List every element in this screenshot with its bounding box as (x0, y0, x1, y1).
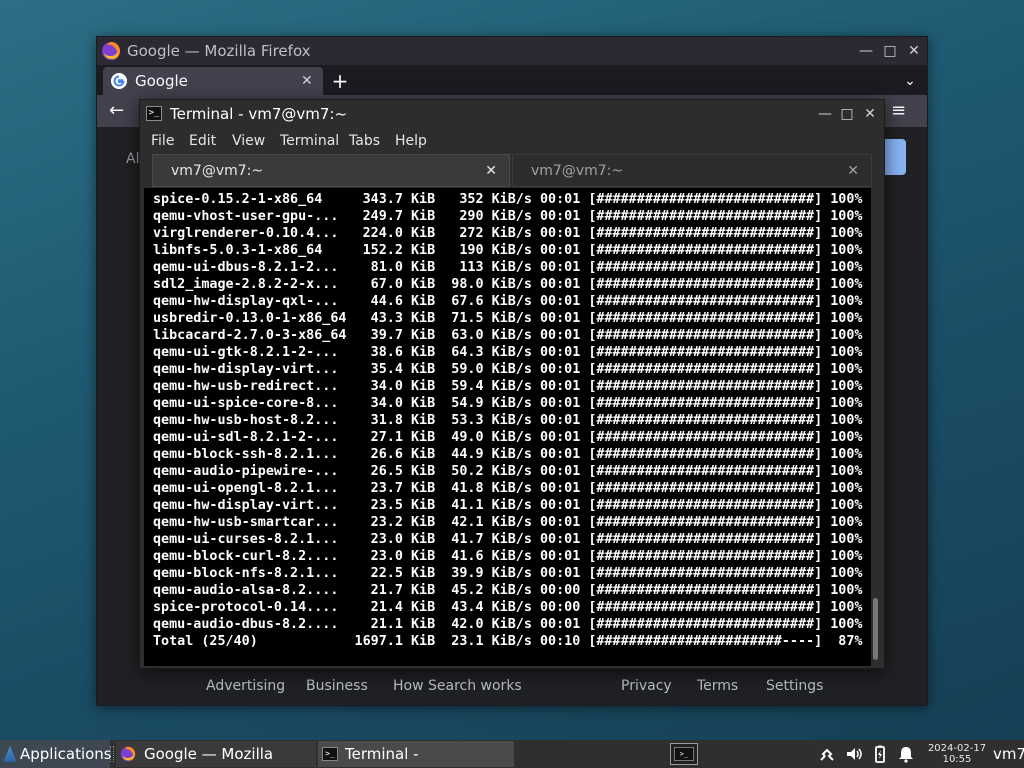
footer-link-advertising[interactable]: Advertising (206, 678, 285, 694)
terminal-line: qemu-ui-sdl-8.2.1-2-... 27.1 KiB 49.0 Ki… (153, 430, 863, 445)
applications-menu-button[interactable]: Applications (0, 740, 112, 768)
terminal-line: qemu-hw-display-virt... 23.5 KiB 41.1 Ki… (153, 498, 863, 513)
terminal-scrollbar[interactable] (872, 188, 880, 666)
terminal-scrollbar-thumb[interactable] (873, 598, 878, 660)
terminal-line: spice-0.15.2-1-x86_64 343.7 KiB 352 KiB/… (153, 192, 863, 207)
terminal-window-title: Terminal - vm7@vm7:~ (170, 105, 348, 123)
terminal-line: qemu-ui-gtk-8.2.1-2-... 38.6 KiB 64.3 Ki… (153, 345, 863, 360)
firefox-close-button[interactable]: ✕ (903, 37, 925, 65)
terminal-line: qemu-audio-dbus-8.2.... 21.1 KiB 42.0 Ki… (153, 617, 863, 632)
taskbar: Applications Google — Mozilla Firef... >… (0, 740, 1024, 768)
terminal-line: qemu-ui-opengl-8.2.1... 23.7 KiB 41.8 Ki… (153, 481, 863, 496)
terminal-tab-label: vm7@vm7:~ (171, 163, 264, 179)
terminal-tab-close-icon[interactable]: ✕ (485, 155, 497, 188)
user-menu[interactable]: vm7 (993, 740, 1024, 768)
firefox-window-title: Google — Mozilla Firefox (127, 42, 311, 60)
terminal-titlebar[interactable]: >_ Terminal - vm7@vm7:~ — □ ✕ (140, 100, 884, 128)
terminal-text: spice-0.15.2-1-x86_64 343.7 KiB 352 KiB/… (153, 191, 869, 650)
terminal-line: usbredir-0.13.0-1-x86_64 43.3 KiB 71.5 K… (153, 311, 863, 326)
terminal-line: qemu-hw-usb-smartcar... 23.2 KiB 42.1 Ki… (153, 515, 863, 530)
terminal-line: qemu-hw-display-qxl-... 44.6 KiB 67.6 Ki… (153, 294, 863, 309)
menu-file[interactable]: File (151, 128, 174, 154)
network-icon[interactable] (817, 744, 837, 764)
terminal-tab-label: vm7@vm7:~ (531, 163, 624, 179)
terminal-line: qemu-audio-alsa-8.2.... 21.7 KiB 45.2 Ki… (153, 583, 863, 598)
taskbar-separator (110, 746, 114, 762)
footer-link-privacy[interactable]: Privacy (621, 678, 672, 694)
terminal-line: qemu-ui-spice-core-8... 34.0 KiB 54.9 Ki… (153, 396, 863, 411)
back-arrow-icon[interactable]: ← (109, 95, 135, 127)
taskbar-window-firefox[interactable]: Google — Mozilla Firef... (116, 741, 316, 767)
terminal-line: sdl2_image-2.8.2-2-x... 67.0 KiB 98.0 Ki… (153, 277, 863, 292)
volume-icon[interactable] (844, 744, 864, 764)
terminal-tab-active[interactable]: vm7@vm7:~ ✕ (152, 154, 510, 187)
terminal-line: qemu-hw-usb-host-8.2... 31.8 KiB 53.3 Ki… (153, 413, 863, 428)
terminal-line: virglrenderer-0.10.4... 224.0 KiB 272 Ki… (153, 226, 863, 241)
terminal-line: qemu-hw-display-virt... 35.4 KiB 59.0 Ki… (153, 362, 863, 377)
menu-view[interactable]: View (232, 128, 265, 154)
firefox-minimize-button[interactable]: — (855, 37, 877, 65)
terminal-line: qemu-hw-usb-redirect... 34.0 KiB 59.4 Ki… (153, 379, 863, 394)
battery-icon[interactable] (870, 744, 890, 764)
firefox-logo-icon (102, 42, 120, 60)
terminal-minimize-button[interactable]: — (814, 100, 836, 128)
firefox-tab-google[interactable]: Google ✕ (103, 67, 323, 95)
taskbar-window-label: Terminal - vm7@vm7:~ (345, 745, 419, 763)
firefox-logo-icon (120, 746, 136, 762)
footer-link-settings[interactable]: Settings (766, 678, 823, 694)
terminal-maximize-button[interactable]: □ (836, 100, 858, 128)
menu-terminal[interactable]: Terminal (280, 128, 339, 154)
firefox-tab-label: Google (135, 72, 188, 90)
terminal-app-icon: >_ (322, 747, 338, 761)
tab-list-chevron-icon[interactable]: ⌄ (899, 67, 921, 95)
footer-link-how-search-works[interactable]: How Search works (393, 678, 522, 694)
google-favicon-icon (111, 73, 127, 89)
new-tab-button[interactable]: + (329, 67, 351, 95)
terminal-line: qemu-block-ssh-8.2.1... 26.6 KiB 44.9 Ki… (153, 447, 863, 462)
hamburger-menu-icon[interactable]: ≡ (891, 95, 917, 127)
workspace-switcher[interactable]: >_ (670, 743, 698, 765)
applications-icon (3, 746, 17, 762)
firefox-tab-close-icon[interactable]: ✕ (301, 67, 313, 95)
terminal-line: qemu-audio-pipewire-... 26.5 KiB 50.2 Ki… (153, 464, 863, 479)
footer-link-business[interactable]: Business (306, 678, 368, 694)
firefox-titlebar[interactable]: Google — Mozilla Firefox — □ ✕ (97, 37, 927, 65)
terminal-tab-inactive[interactable]: vm7@vm7:~ ✕ (512, 154, 872, 187)
terminal-line: qemu-block-curl-8.2.... 23.0 KiB 41.6 Ki… (153, 549, 863, 564)
terminal-close-button[interactable]: ✕ (859, 100, 881, 128)
terminal-tabbar: vm7@vm7:~ ✕ vm7@vm7:~ ✕ (140, 154, 884, 187)
clock-date: 2024-02-17 (927, 743, 987, 754)
terminal-line: qemu-ui-curses-8.2.1... 23.0 KiB 41.7 Ki… (153, 532, 863, 547)
notification-bell-icon[interactable] (896, 744, 916, 764)
terminal-line: libcacard-2.7.0-3-x86_64 39.7 KiB 63.0 K… (153, 328, 863, 343)
terminal-line: qemu-ui-dbus-8.2.1-2... 81.0 KiB 113 KiB… (153, 260, 863, 275)
firefox-maximize-button[interactable]: □ (879, 37, 901, 65)
terminal-tab-close-icon[interactable]: ✕ (847, 155, 859, 188)
menu-tabs[interactable]: Tabs (349, 128, 380, 154)
clock[interactable]: 2024-02-17 10:55 (926, 743, 988, 765)
terminal-window[interactable]: >_ Terminal - vm7@vm7:~ — □ ✕ File Edit … (139, 99, 885, 669)
taskbar-window-terminal[interactable]: >_ Terminal - vm7@vm7:~ (318, 741, 514, 767)
clock-time: 10:55 (942, 754, 972, 765)
taskbar-window-label: Google — Mozilla Firef... (144, 745, 274, 763)
menu-edit[interactable]: Edit (189, 128, 216, 154)
terminal-line: Total (25/40) 1697.1 KiB 23.1 KiB/s 00:1… (153, 634, 863, 649)
workspace-terminal-thumbnail-icon: >_ (674, 747, 694, 761)
applications-label: Applications (20, 745, 112, 763)
firefox-tabstrip: Google ✕ (97, 65, 927, 95)
terminal-app-icon: >_ (146, 106, 162, 121)
terminal-output[interactable]: spice-0.15.2-1-x86_64 343.7 KiB 352 KiB/… (144, 188, 871, 666)
google-all-tab[interactable]: Al (126, 151, 139, 167)
menu-help[interactable]: Help (395, 128, 427, 154)
footer-link-terms[interactable]: Terms (697, 678, 738, 694)
terminal-line: qemu-block-nfs-8.2.1... 22.5 KiB 39.9 Ki… (153, 566, 863, 581)
terminal-menubar: File Edit View Terminal Tabs Help (140, 128, 884, 154)
terminal-line: libnfs-5.0.3-1-x86_64 152.2 KiB 190 KiB/… (153, 243, 863, 258)
terminal-line: spice-protocol-0.14.... 21.4 KiB 43.4 Ki… (153, 600, 863, 615)
terminal-line: qemu-vhost-user-gpu-... 249.7 KiB 290 Ki… (153, 209, 863, 224)
